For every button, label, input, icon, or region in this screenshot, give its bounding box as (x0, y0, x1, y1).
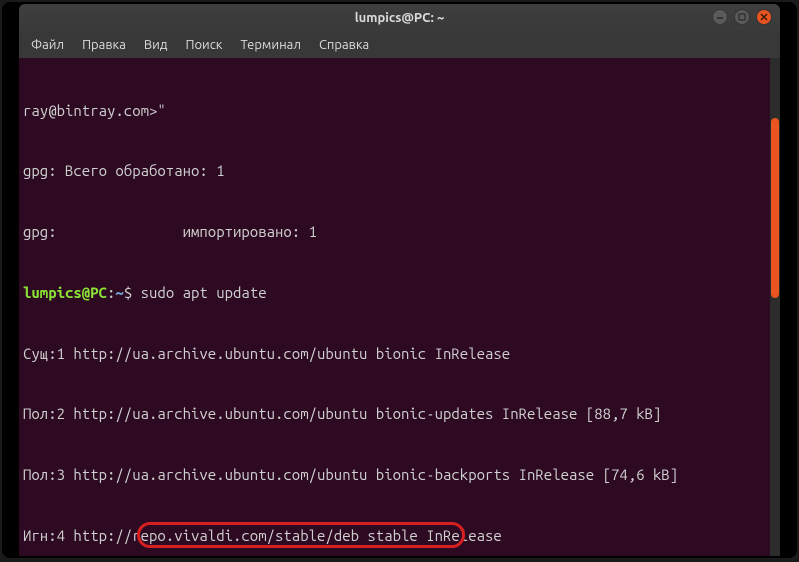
window-title: lumpics@PC: ~ (355, 11, 445, 25)
window-controls (712, 9, 772, 25)
command-text: sudo apt update (132, 284, 266, 301)
screenshot-frame: lumpics@PC: ~ Файл Правка Вид Поиск Терм… (2, 2, 797, 558)
terminal-line: Пол:3 http://ua.archive.ubuntu.com/ubunt… (23, 465, 776, 485)
minimize-button[interactable] (712, 9, 728, 25)
terminal-line: gpg: Всего обработано: 1 (23, 161, 776, 181)
menu-edit[interactable]: Правка (74, 35, 134, 55)
titlebar: lumpics@PC: ~ (19, 4, 780, 32)
terminal-prompt-line: lumpics@PC:~$ sudo apt update (23, 283, 776, 303)
terminal-line: Игн:4 http://repo.vivaldi.com/stable/deb… (23, 526, 776, 546)
scrollbar[interactable] (770, 58, 780, 558)
menu-help[interactable]: Справка (311, 35, 377, 55)
menubar: Файл Правка Вид Поиск Терминал Справка (19, 32, 780, 58)
terminal-line: ray@bintray.com>" (23, 101, 776, 121)
maximize-button[interactable] (734, 9, 750, 25)
menu-terminal[interactable]: Терминал (232, 35, 308, 55)
menu-search[interactable]: Поиск (177, 35, 230, 55)
terminal-window: lumpics@PC: ~ Файл Правка Вид Поиск Терм… (19, 4, 780, 558)
menu-view[interactable]: Вид (136, 35, 176, 55)
prompt-user: lumpics@PC (23, 284, 107, 301)
terminal-line: Пол:2 http://ua.archive.ubuntu.com/ubunt… (23, 404, 776, 424)
close-button[interactable] (756, 9, 772, 25)
terminal-line: Сущ:1 http://ua.archive.ubuntu.com/ubunt… (23, 344, 776, 364)
terminal-line: gpg: импортировано: 1 (23, 222, 776, 242)
prompt-symbol: $ (124, 284, 132, 301)
terminal-body[interactable]: ray@bintray.com>" gpg: Всего обработано:… (19, 58, 780, 558)
scrollbar-thumb[interactable] (771, 118, 779, 298)
prompt-path: ~ (115, 284, 123, 301)
menu-file[interactable]: Файл (23, 35, 72, 55)
